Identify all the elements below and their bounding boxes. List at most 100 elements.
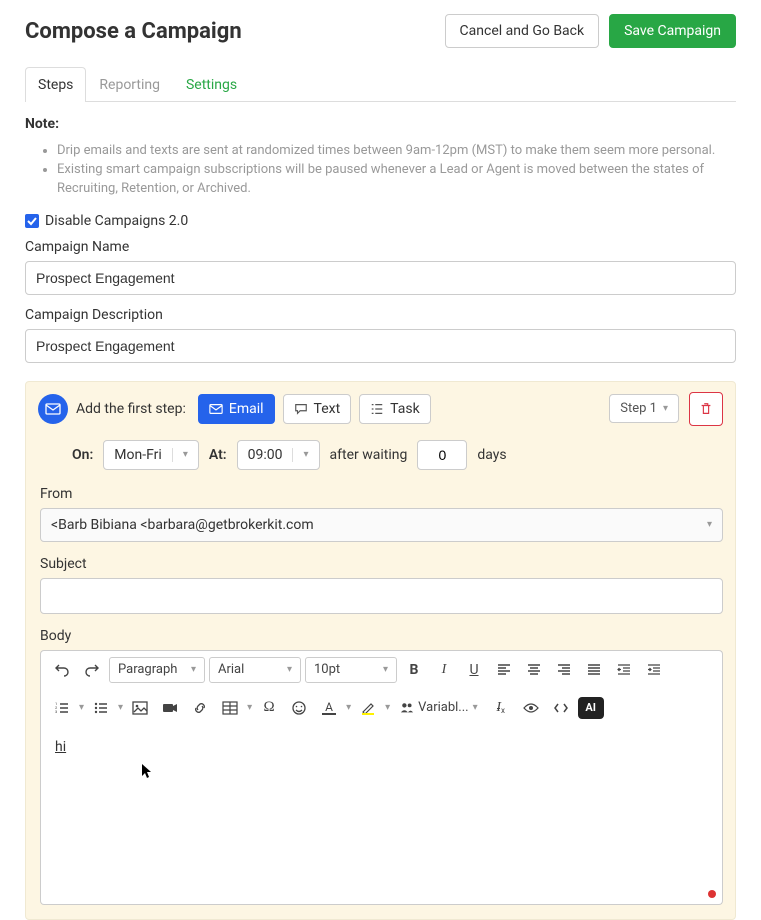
special-char-button[interactable]: Ω [256, 695, 282, 721]
chevron-down-icon: ▾ [383, 664, 388, 675]
step-type-text-label: Text [314, 401, 341, 417]
ai-button[interactable]: AI [578, 697, 604, 719]
image-icon [132, 700, 148, 716]
unordered-list-button[interactable] [88, 695, 114, 721]
font-select[interactable]: Arial ▾ [209, 657, 301, 683]
step-type-email[interactable]: Email [198, 394, 275, 424]
save-campaign-button[interactable]: Save Campaign [609, 14, 736, 48]
eye-icon [523, 700, 539, 716]
from-select[interactable]: <Barb Bibiana <barbara@getbrokerkit.com … [40, 508, 723, 542]
delete-step-button[interactable] [689, 392, 723, 426]
variables-label: Variabl... [418, 700, 468, 715]
bold-button[interactable]: B [401, 657, 427, 683]
from-label: From [40, 486, 723, 502]
highlight-icon [360, 700, 376, 716]
trash-icon [699, 402, 713, 416]
highlight-button[interactable] [355, 695, 381, 721]
campaign-name-input[interactable] [25, 261, 736, 295]
font-size-select[interactable]: 10pt ▾ [305, 657, 397, 683]
tab-settings[interactable]: Settings [173, 67, 250, 102]
chevron-down-icon[interactable]: ▾ [79, 702, 84, 713]
outdent-icon [617, 663, 631, 677]
text-color-button[interactable]: A [316, 695, 342, 721]
note-item: Drip emails and texts are sent at random… [57, 142, 736, 161]
body-label: Body [40, 628, 723, 644]
ordered-list-icon: 123 [55, 701, 69, 715]
editor-toolbar: Paragraph▾ Arial ▾ 10pt ▾ B I U 123 ▾ ▾ [40, 650, 723, 727]
cancel-button[interactable]: Cancel and Go Back [445, 14, 600, 48]
step-type-task[interactable]: Task [359, 394, 431, 424]
redo-button[interactable] [79, 657, 105, 683]
page-title: Compose a Campaign [25, 19, 242, 44]
editor-body[interactable]: hi [40, 727, 723, 905]
campaign-name-label: Campaign Name [25, 239, 736, 255]
undo-icon [54, 662, 70, 678]
chevron-down-icon: ▾ [191, 664, 196, 675]
align-left-icon [497, 663, 511, 677]
days-label: days [477, 447, 506, 463]
code-view-button[interactable] [548, 695, 574, 721]
insert-link-button[interactable] [187, 695, 213, 721]
chevron-down-icon: ▾ [473, 702, 478, 713]
svg-text:3: 3 [55, 709, 57, 714]
wait-days-input[interactable] [417, 440, 467, 470]
editor-content: hi [55, 739, 66, 755]
align-right-icon [557, 663, 571, 677]
align-justify-icon [587, 663, 601, 677]
emoji-button[interactable] [286, 695, 312, 721]
chevron-down-icon[interactable]: ▾ [247, 702, 252, 713]
insert-video-button[interactable] [157, 695, 183, 721]
status-dot-icon [708, 890, 716, 898]
align-right-button[interactable] [551, 657, 577, 683]
add-first-step-label: Add the first step: [76, 401, 186, 417]
chevron-down-icon: ▾ [183, 449, 188, 460]
font-value: Arial [218, 662, 244, 677]
on-label: On: [72, 447, 93, 463]
insert-table-button[interactable] [217, 695, 243, 721]
chevron-down-icon[interactable]: ▾ [118, 702, 123, 713]
underline-button[interactable]: U [461, 657, 487, 683]
align-justify-button[interactable] [581, 657, 607, 683]
step-selector[interactable]: Step 1 ▾ [609, 394, 679, 423]
ordered-list-button[interactable]: 123 [49, 695, 75, 721]
step-type-task-label: Task [390, 401, 420, 417]
unordered-list-icon [94, 701, 108, 715]
font-size-value: 10pt [314, 662, 340, 677]
indent-icon [647, 663, 661, 677]
align-left-button[interactable] [491, 657, 517, 683]
disable-campaigns-checkbox[interactable] [25, 214, 39, 228]
campaign-description-input[interactable] [25, 329, 736, 363]
step-type-text[interactable]: Text [283, 394, 352, 424]
check-icon [27, 216, 37, 226]
tab-reporting[interactable]: Reporting [86, 67, 173, 102]
on-days-value: Mon-Fri [114, 447, 162, 463]
step-selector-label: Step 1 [620, 401, 657, 416]
users-icon [400, 701, 414, 715]
outdent-button[interactable] [611, 657, 637, 683]
on-days-select[interactable]: Mon-Fri ▾ [103, 440, 199, 470]
variables-button[interactable]: Variabl... ▾ [394, 695, 483, 721]
envelope-icon [209, 402, 223, 416]
tab-steps[interactable]: Steps [25, 67, 86, 102]
insert-image-button[interactable] [127, 695, 153, 721]
envelope-badge-icon [38, 394, 68, 424]
campaign-description-label: Campaign Description [25, 307, 736, 323]
link-icon [192, 700, 208, 716]
chevron-down-icon[interactable]: ▾ [346, 702, 351, 713]
clear-formatting-button[interactable]: Ix [488, 695, 514, 721]
at-time-value: 09:00 [248, 447, 283, 463]
align-center-button[interactable] [521, 657, 547, 683]
chevron-down-icon[interactable]: ▾ [385, 702, 390, 713]
step-panel: Add the first step: Email Text Task Step… [25, 381, 736, 920]
code-icon [553, 700, 569, 716]
paragraph-select[interactable]: Paragraph▾ [109, 657, 205, 683]
emoji-icon [291, 700, 307, 716]
italic-button[interactable]: I [431, 657, 457, 683]
at-time-select[interactable]: 09:00 ▾ [237, 440, 320, 470]
subject-input[interactable] [40, 578, 723, 614]
undo-button[interactable] [49, 657, 75, 683]
chevron-down-icon: ▾ [287, 664, 292, 675]
preview-button[interactable] [518, 695, 544, 721]
subject-label: Subject [40, 556, 723, 572]
indent-button[interactable] [641, 657, 667, 683]
